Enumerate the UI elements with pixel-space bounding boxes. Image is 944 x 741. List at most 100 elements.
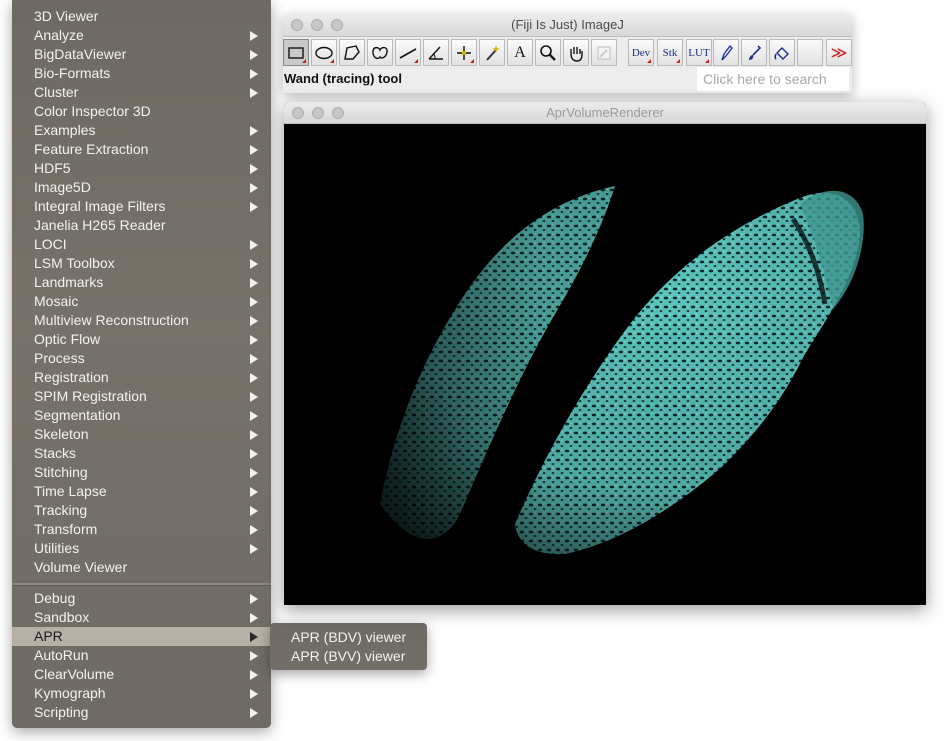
- hand-tool-button[interactable]: [563, 39, 589, 66]
- blank-slot-button[interactable]: [797, 39, 823, 66]
- magnifier-tool-button[interactable]: [535, 39, 561, 66]
- stk-menu-button[interactable]: Stk: [657, 39, 683, 66]
- menu-item-volume-viewer[interactable]: Volume Viewer: [12, 558, 271, 577]
- menu-item-landmarks[interactable]: Landmarks: [12, 273, 271, 292]
- volume-rendering-image: [285, 124, 925, 605]
- menu-item-image5d[interactable]: Image5D: [12, 178, 271, 197]
- menu-item-sandbox[interactable]: Sandbox: [12, 608, 271, 627]
- menu-item-3d-viewer[interactable]: 3D Viewer: [12, 7, 271, 26]
- brush-tool-button[interactable]: [741, 39, 767, 66]
- menu-item-label: Stacks: [34, 445, 77, 461]
- menu-item-bio-formats[interactable]: Bio-Formats: [12, 64, 271, 83]
- menu-item-debug[interactable]: Debug: [12, 589, 271, 608]
- dev-menu-icon: Dev: [631, 46, 651, 59]
- flood-fill-tool-icon: [774, 46, 789, 60]
- menu-item-segmentation[interactable]: Segmentation: [12, 406, 271, 425]
- menu-item-label: Skeleton: [34, 426, 89, 442]
- menu-item-spim-registration[interactable]: SPIM Registration: [12, 387, 271, 406]
- menu-item-apr[interactable]: APR: [12, 627, 271, 646]
- menu-item-cluster[interactable]: Cluster: [12, 83, 271, 102]
- pencil-tool-button[interactable]: [713, 39, 739, 66]
- more-tools-button[interactable]: ≫: [826, 39, 852, 66]
- render-viewport[interactable]: [285, 124, 925, 605]
- menu-item-label: Mosaic: [34, 293, 79, 309]
- menu-item-scripting[interactable]: Scripting: [12, 703, 271, 722]
- freehand-tool-button[interactable]: [367, 39, 393, 66]
- menu-item-analyze[interactable]: Analyze: [12, 26, 271, 45]
- submenu-item-apr-bvv-viewer[interactable]: APR (BVV) viewer: [270, 647, 427, 666]
- menu-item-examples[interactable]: Examples: [12, 121, 271, 140]
- menu-item-utilities[interactable]: Utilities: [12, 539, 271, 558]
- submenu-item-label: APR (BDV) viewer: [291, 629, 407, 645]
- menu-item-label: LSM Toolbox: [34, 255, 115, 271]
- dropdown-indicator-icon: [676, 59, 680, 63]
- more-tools-icon: ≫: [830, 44, 848, 62]
- menu-item-stitching[interactable]: Stitching: [12, 463, 271, 482]
- menu-item-clearvolume[interactable]: ClearVolume: [12, 665, 271, 684]
- color-picker-tool-button[interactable]: [591, 39, 617, 66]
- menu-item-color-inspector-3d[interactable]: Color Inspector 3D: [12, 102, 271, 121]
- submenu-arrow-icon: [250, 670, 258, 680]
- menu-item-stacks[interactable]: Stacks: [12, 444, 271, 463]
- polygon-tool-button[interactable]: [339, 39, 365, 66]
- point-tool-button[interactable]: [451, 39, 477, 66]
- renderer-titlebar[interactable]: AprVolumeRenderer: [284, 102, 926, 124]
- freehand-tool-icon: [372, 46, 388, 59]
- submenu-arrow-icon: [250, 708, 258, 718]
- menu-item-mosaic[interactable]: Mosaic: [12, 292, 271, 311]
- menu-item-loci[interactable]: LOCI: [12, 235, 271, 254]
- menu-item-integral-image-filters[interactable]: Integral Image Filters: [12, 197, 271, 216]
- submenu-arrow-icon: [250, 430, 258, 440]
- lut-menu-button[interactable]: LUT: [686, 39, 712, 66]
- angle-tool-button[interactable]: [423, 39, 449, 66]
- submenu-arrow-icon: [250, 278, 258, 288]
- menu-item-process[interactable]: Process: [12, 349, 271, 368]
- menu-item-label: SPIM Registration: [34, 388, 147, 404]
- imagej-window: (Fiji Is Just) ImageJ A Dev Stk LUT ≫ Wand (…: [283, 14, 852, 93]
- menu-item-kymograph[interactable]: Kymograph: [12, 684, 271, 703]
- menu-item-label: Optic Flow: [34, 331, 101, 347]
- hand-tool-icon: [570, 46, 583, 62]
- menu-item-optic-flow[interactable]: Optic Flow: [12, 330, 271, 349]
- menu-item-tracking[interactable]: Tracking: [12, 501, 271, 520]
- command-search-input[interactable]: [697, 67, 849, 91]
- oval-tool-button[interactable]: [311, 39, 337, 66]
- flood-fill-tool-button[interactable]: [769, 39, 795, 66]
- menu-item-transform[interactable]: Transform: [12, 520, 271, 539]
- submenu-arrow-icon: [250, 145, 258, 155]
- menu-item-multiview-reconstruction[interactable]: Multiview Reconstruction: [12, 311, 271, 330]
- submenu-arrow-icon: [250, 487, 258, 497]
- rectangle-tool-button[interactable]: [283, 39, 309, 66]
- menu-item-skeleton[interactable]: Skeleton: [12, 425, 271, 444]
- menu-item-label: Multiview Reconstruction: [34, 312, 189, 328]
- submenu-arrow-icon: [250, 594, 258, 604]
- imagej-titlebar[interactable]: (Fiji Is Just) ImageJ: [283, 14, 852, 37]
- submenu-arrow-icon: [250, 354, 258, 364]
- submenu-item-apr-bdv-viewer[interactable]: APR (BDV) viewer: [270, 628, 427, 647]
- angle-tool-icon: [428, 46, 443, 60]
- menu-item-janelia-h265-reader[interactable]: Janelia H265 Reader: [12, 216, 271, 235]
- menu-item-feature-extraction[interactable]: Feature Extraction: [12, 140, 271, 159]
- menu-item-label: Scripting: [34, 704, 89, 720]
- pencil-tool-icon: [721, 44, 733, 60]
- menu-item-lsm-toolbox[interactable]: LSM Toolbox: [12, 254, 271, 273]
- menu-item-autorun[interactable]: AutoRun: [12, 646, 271, 665]
- menu-item-bigdataviewer[interactable]: BigDataViewer: [12, 45, 271, 64]
- wand-tool-button[interactable]: [479, 39, 505, 66]
- submenu-arrow-icon: [250, 183, 258, 193]
- dev-menu-button[interactable]: Dev: [628, 39, 654, 66]
- submenu-arrow-icon: [250, 164, 258, 174]
- menu-item-hdf5[interactable]: HDF5: [12, 159, 271, 178]
- menu-item-label: Volume Viewer: [34, 559, 128, 575]
- submenu-arrow-icon: [250, 202, 258, 212]
- menu-item-label: Cluster: [34, 84, 79, 100]
- menu-item-label: BigDataViewer: [34, 46, 127, 62]
- menu-item-time-lapse[interactable]: Time Lapse: [12, 482, 271, 501]
- submenu-arrow-icon: [250, 506, 258, 516]
- submenu-arrow-icon: [250, 392, 258, 402]
- text-tool-button[interactable]: A: [507, 39, 533, 66]
- line-tool-button[interactable]: [395, 39, 421, 66]
- imagej-toolbar: A Dev Stk LUT ≫: [283, 39, 852, 66]
- dropdown-indicator-icon: [414, 59, 418, 63]
- menu-item-registration[interactable]: Registration: [12, 368, 271, 387]
